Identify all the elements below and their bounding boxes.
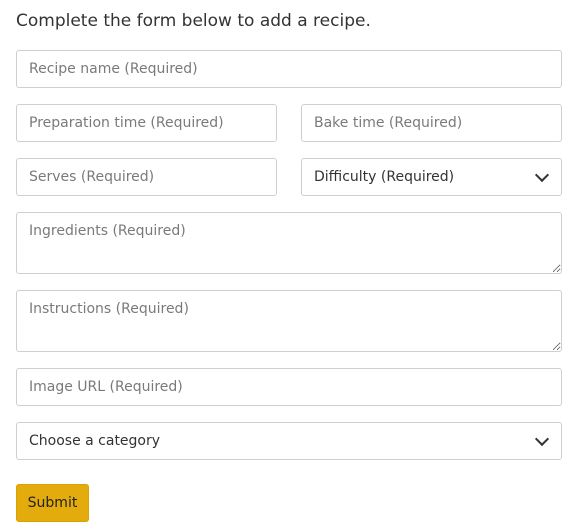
submit-button[interactable]: Submit	[16, 484, 89, 522]
bake-time-input[interactable]	[301, 104, 562, 142]
recipe-name-input[interactable]	[16, 50, 562, 88]
serves-input[interactable]	[16, 158, 277, 196]
image-url-input[interactable]	[16, 368, 562, 406]
difficulty-select-value: Difficulty (Required)	[314, 169, 455, 185]
form-intro-text: Complete the form below to add a recipe.	[16, 11, 371, 31]
chevron-down-icon	[534, 167, 550, 183]
preparation-time-input[interactable]	[16, 104, 277, 142]
category-select-value: Choose a category	[29, 433, 161, 449]
chevron-down-icon	[534, 431, 550, 447]
instructions-textarea[interactable]	[16, 290, 562, 352]
category-select[interactable]: Choose a category	[16, 422, 562, 460]
ingredients-textarea[interactable]	[16, 212, 562, 274]
difficulty-select[interactable]: Difficulty (Required)	[301, 158, 562, 196]
